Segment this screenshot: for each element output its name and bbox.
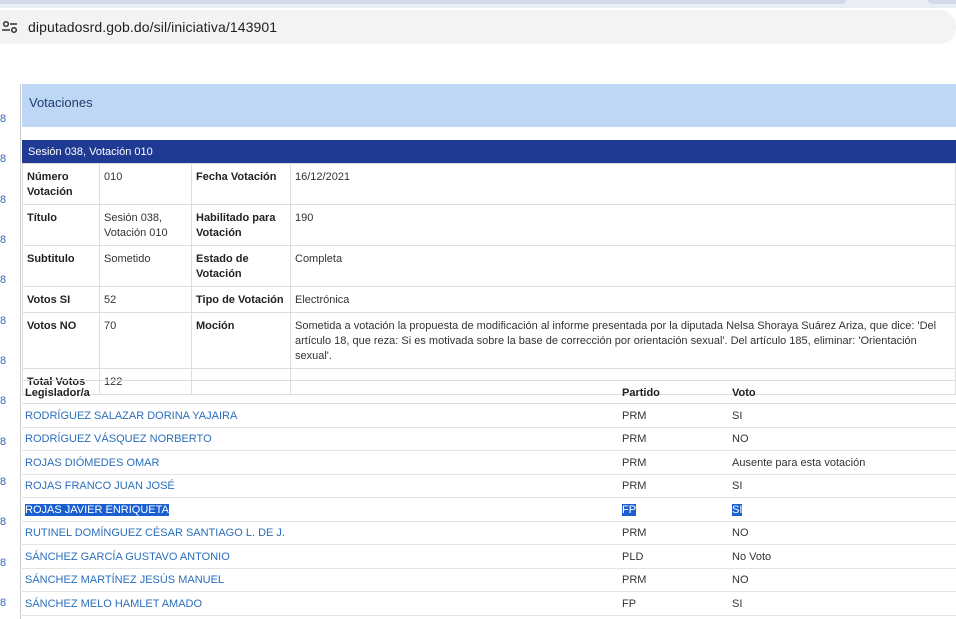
votos-si-value: 52 — [99, 286, 192, 313]
numero-value: 010 — [99, 163, 192, 205]
vote-cell: No Voto — [729, 544, 956, 569]
table-row-selected: ROJAS JAVIER ENRIQUETA FP SI — [22, 497, 956, 522]
fecha-value: 16/12/2021 — [290, 163, 956, 205]
party-cell: PRM — [619, 474, 729, 498]
legislator-link[interactable]: ROJAS JAVIER ENRIQUETA — [22, 497, 619, 522]
party-cell: FP — [619, 497, 729, 522]
habilitado-value: 190 — [290, 204, 956, 246]
vote-cell: SI — [729, 497, 956, 522]
vote-cell: NO — [729, 568, 956, 592]
tipo-label: Tipo de Votación — [191, 286, 291, 313]
details-row: Título Sesión 038, Votación 010 Habilita… — [22, 204, 956, 246]
party-cell: PLD — [619, 544, 729, 569]
left-marker[interactable]: 8 — [0, 153, 6, 165]
party-cell: PRM — [619, 403, 729, 428]
details-row: Votos SI 52 Tipo de Votación Electrónica — [22, 286, 956, 313]
legislator-link[interactable]: SÁNCHEZ MELO HAMLET AMADO — [22, 591, 619, 616]
section-title: Votaciones — [29, 95, 93, 110]
selected-text: FP — [622, 503, 637, 516]
numero-label: Número Votación — [22, 163, 100, 205]
details-row: Subtitulo Sometido Estado de Votación Co… — [22, 245, 956, 287]
table-row: SÁNCHEZ GARCÍA GUSTAVO ANTONIO PLD No Vo… — [22, 544, 956, 569]
left-marker[interactable]: 8 — [0, 194, 6, 206]
vote-panel-header: Sesión 038, Votación 010 — [22, 140, 956, 163]
left-marker[interactable]: 8 — [0, 557, 6, 569]
column-header-legislador: Legislador/a — [22, 380, 619, 404]
legislators-header-row: Legislador/a Partido Voto — [22, 380, 956, 404]
left-marker[interactable]: 8 — [0, 355, 6, 367]
legislator-link[interactable]: RODRÍGUEZ VÁSQUEZ NORBERTO — [22, 427, 619, 451]
table-row: RUTINEL DOMÍNGUEZ CÉSAR SANTIAGO L. DE J… — [22, 521, 956, 545]
party-cell: PRM — [619, 450, 729, 475]
tipo-value: Electrónica — [290, 286, 956, 313]
details-row: Número Votación 010 Fecha Votación 16/12… — [22, 163, 956, 205]
left-marker[interactable]: 8 — [0, 436, 6, 448]
legislator-link[interactable]: ROJAS DIÓMEDES OMAR — [22, 450, 619, 475]
table-row: SÁNCHEZ MARTÍNEZ JESÚS MANUEL PRM NO — [22, 568, 956, 592]
selected-text: SI — [732, 503, 743, 516]
fecha-label: Fecha Votación — [191, 163, 291, 205]
left-marker[interactable]: 8 — [0, 395, 6, 407]
left-marker[interactable]: 8 — [0, 315, 6, 327]
vote-panel-title: Sesión 038, Votación 010 — [28, 146, 153, 158]
votos-si-label: Votos SI — [22, 286, 100, 313]
titulo-label: Título — [22, 204, 100, 246]
party-cell: PRM — [619, 427, 729, 451]
estado-value: Completa — [290, 245, 956, 287]
column-header-voto: Voto — [729, 380, 956, 404]
mocion-value: Sometida a votación la propuesta de modi… — [290, 312, 956, 369]
url-text[interactable]: diputadosrd.gob.do/sil/iniciativa/143901 — [28, 19, 277, 35]
address-bar[interactable]: diputadosrd.gob.do/sil/iniciativa/143901 — [0, 10, 956, 44]
left-marker[interactable]: 8 — [0, 274, 6, 286]
vote-cell: NO — [729, 521, 956, 545]
table-row: RODRÍGUEZ VÁSQUEZ NORBERTO PRM NO — [22, 427, 956, 451]
legislator-link[interactable]: RUTINEL DOMÍNGUEZ CÉSAR SANTIAGO L. DE J… — [22, 521, 619, 545]
mocion-label: Moción — [191, 312, 291, 369]
browser-tab-strip — [0, 0, 956, 8]
estado-label: Estado de Votación — [191, 245, 291, 287]
party-cell: FP — [619, 591, 729, 616]
table-row: ROJAS DIÓMEDES OMAR PRM Ausente para est… — [22, 450, 956, 475]
votos-no-value: 70 — [99, 312, 192, 369]
vote-details-table: Número Votación 010 Fecha Votación 16/12… — [22, 163, 956, 395]
left-marker[interactable]: 8 — [0, 597, 6, 609]
site-settings-icon[interactable] — [2, 20, 18, 34]
left-column-strip: 8 8 8 8 8 8 8 8 8 8 8 8 8 — [0, 84, 9, 619]
legislator-link[interactable]: SÁNCHEZ GARCÍA GUSTAVO ANTONIO — [22, 544, 619, 569]
votaciones-section-header: Votaciones — [22, 84, 956, 127]
table-row: SÁNCHEZ MELO HAMLET AMADO FP SI — [22, 591, 956, 616]
left-marker[interactable]: 8 — [0, 234, 6, 246]
vote-cell: NO — [729, 427, 956, 451]
column-divider — [20, 84, 21, 619]
left-marker[interactable]: 8 — [0, 113, 6, 125]
table-row: ROJAS FRANCO JUAN JOSÉ PRM SI — [22, 474, 956, 498]
browser-tab-edge[interactable] — [928, 0, 956, 4]
vote-cell: SI — [729, 474, 956, 498]
vote-cell: SI — [729, 403, 956, 428]
vote-cell: Ausente para esta votación — [729, 450, 956, 475]
left-marker[interactable]: 8 — [0, 476, 6, 488]
votos-no-label: Votos NO — [22, 312, 100, 369]
vote-cell: SI — [729, 591, 956, 616]
party-cell: PRM — [619, 568, 729, 592]
legislator-link[interactable]: SÁNCHEZ MARTÍNEZ JESÚS MANUEL — [22, 568, 619, 592]
titulo-value: Sesión 038, Votación 010 — [99, 204, 192, 246]
details-row: Votos NO 70 Moción Sometida a votación l… — [22, 312, 956, 369]
column-header-partido: Partido — [619, 380, 729, 404]
subtitulo-value: Sometido — [99, 245, 192, 287]
left-marker[interactable]: 8 — [0, 516, 6, 528]
selected-text[interactable]: ROJAS JAVIER ENRIQUETA — [25, 503, 169, 516]
legislator-link[interactable]: RODRÍGUEZ SALAZAR DORINA YAJAIRA — [22, 403, 619, 428]
legislators-table: Legislador/a Partido Voto RODRÍGUEZ SALA… — [22, 380, 956, 616]
table-row: RODRÍGUEZ SALAZAR DORINA YAJAIRA PRM SI — [22, 403, 956, 428]
habilitado-label: Habilitado para Votación — [191, 204, 291, 246]
browser-tab[interactable] — [0, 0, 846, 4]
legislator-link[interactable]: ROJAS FRANCO JUAN JOSÉ — [22, 474, 619, 498]
subtitulo-label: Subtitulo — [22, 245, 100, 287]
party-cell: PRM — [619, 521, 729, 545]
